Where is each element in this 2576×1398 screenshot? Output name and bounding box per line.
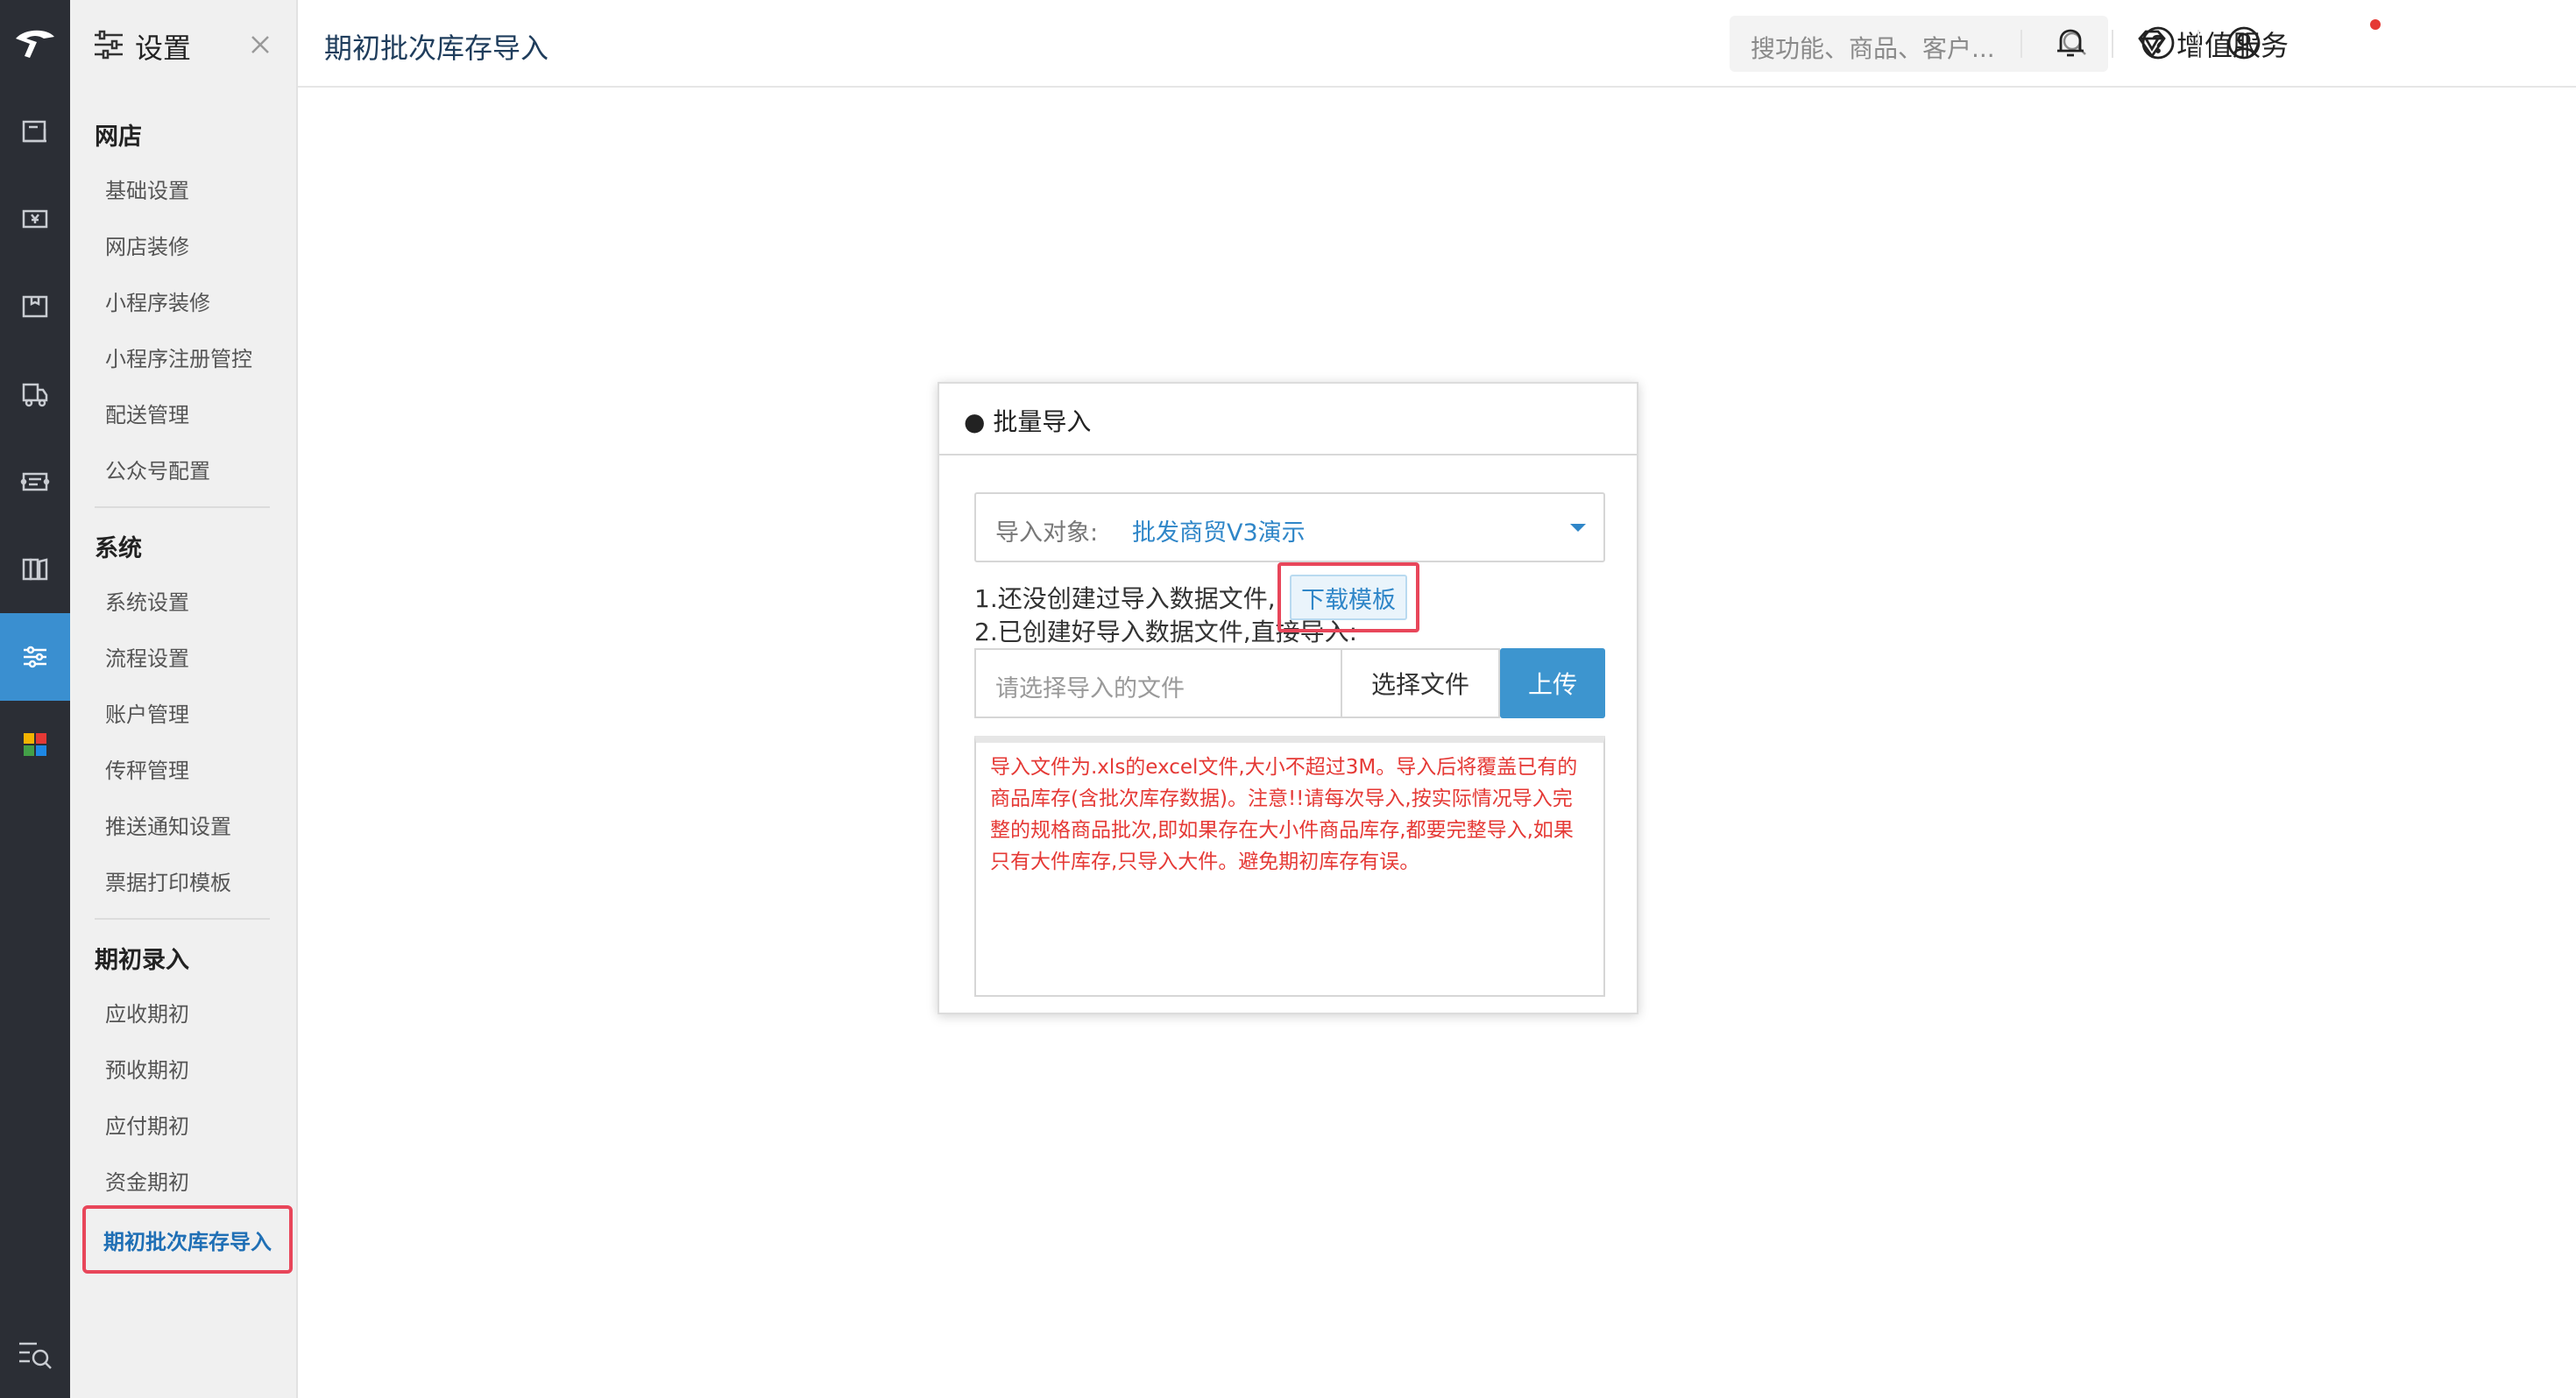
help-icon[interactable]: [2138, 23, 2178, 63]
app-root: 设置 网店 基础设置 网店装修 小程序装修 小程序注册管控 配送管理 公众号配置…: [0, 0, 2576, 1398]
choose-file-button[interactable]: 选择文件: [1341, 648, 1500, 718]
divider: [95, 506, 270, 508]
nav-item-receivable-opening[interactable]: 应收期初: [105, 997, 189, 1027]
close-icon[interactable]: [245, 30, 275, 60]
settings-panel-title: 设置: [135, 32, 192, 65]
file-path-placeholder: 请选择导入的文件: [995, 675, 1185, 703]
left-rail: [0, 0, 70, 1398]
store-icon[interactable]: [0, 88, 70, 175]
bell-icon[interactable]: [2050, 23, 2091, 63]
report-icon[interactable]: [0, 526, 70, 613]
card-title: ● 批量导入: [964, 407, 1092, 436]
settings-panel-header: 设置: [70, 0, 298, 88]
nav-item-delivery[interactable]: 配送管理: [105, 398, 189, 428]
file-path-input[interactable]: 请选择导入的文件: [974, 648, 1341, 718]
nav-item-system-settings[interactable]: 系统设置: [105, 585, 189, 616]
ticket-icon[interactable]: [0, 438, 70, 526]
group-title-opening: 期初录入: [95, 947, 189, 974]
nav-item-scale-management[interactable]: 传秤管理: [105, 753, 189, 784]
nav-item-miniprogram-decoration[interactable]: 小程序装修: [105, 286, 210, 316]
import-target-label: 导入对象:: [995, 519, 1099, 547]
nav-item-advance-receipt-opening[interactable]: 预收期初: [105, 1053, 189, 1084]
nav-item-print-templates[interactable]: 票据打印模板: [105, 865, 231, 896]
nav-item-official-account[interactable]: 公众号配置: [105, 454, 210, 484]
notification-dot: [2370, 19, 2381, 30]
apps-grid-icon[interactable]: [0, 701, 70, 788]
page-title: 期初批次库存导入: [324, 32, 549, 65]
nav-item-miniprogram-registration[interactable]: 小程序注册管控: [105, 342, 252, 372]
nav-item-process-settings[interactable]: 流程设置: [105, 641, 189, 672]
nav-item-store-decoration[interactable]: 网店装修: [105, 229, 189, 260]
nav-item-account-management[interactable]: 账户管理: [105, 697, 189, 728]
truck-icon[interactable]: [0, 350, 70, 438]
cash-icon[interactable]: [0, 175, 70, 263]
batch-import-card: ● 批量导入 导入对象: 批发商贸V3演示 1.还没创建过导入数据文件, 2.已…: [938, 382, 1638, 1014]
user-avatar-icon[interactable]: [2224, 23, 2264, 63]
upload-button[interactable]: 上传: [1500, 648, 1605, 718]
divider: [2197, 30, 2199, 58]
divider: [95, 918, 270, 920]
nav-item-fund-opening[interactable]: 资金期初: [105, 1165, 189, 1196]
chevron-down-icon: [1570, 524, 1586, 532]
tune-icon: [95, 30, 123, 60]
group-title-store: 网店: [95, 124, 142, 151]
divider: [2020, 30, 2022, 58]
logo-icon[interactable]: [0, 0, 70, 88]
import-notice: 导入文件为.xls的excel文件,大小不超过3M。导入后将覆盖已有的商品库存(…: [974, 736, 1605, 997]
nav-item-push-notifications[interactable]: 推送通知设置: [105, 809, 231, 840]
settings-sliders-icon[interactable]: [0, 613, 70, 701]
step1-text: 1.还没创建过导入数据文件,: [974, 584, 1276, 613]
group-title-system: 系统: [95, 535, 142, 562]
card-header: ● 批量导入: [939, 384, 1637, 455]
divider: [2112, 30, 2113, 58]
settings-panel: 设置 网店 基础设置 网店装修 小程序装修 小程序注册管控 配送管理 公众号配置…: [70, 0, 298, 1398]
nav-item-batch-stock-import[interactable]: 期初批次库存导入: [82, 1205, 293, 1274]
nav-item-payable-opening[interactable]: 应付期初: [105, 1109, 189, 1140]
download-template-highlight: 下载模板: [1277, 562, 1419, 632]
download-template-button[interactable]: 下载模板: [1290, 575, 1407, 620]
menu-search-icon[interactable]: [18, 1340, 53, 1372]
import-target-value: 批发商贸V3演示: [1132, 519, 1306, 547]
search-placeholder: 搜功能、商品、客户...: [1751, 34, 1995, 63]
nav-item-basic-settings[interactable]: 基础设置: [105, 173, 189, 204]
import-target-select[interactable]: 导入对象: 批发商贸V3演示: [974, 492, 1605, 562]
box-icon[interactable]: [0, 263, 70, 350]
top-bar: 期初批次库存导入 搜功能、商品、客户... 增值服务: [298, 0, 2576, 88]
